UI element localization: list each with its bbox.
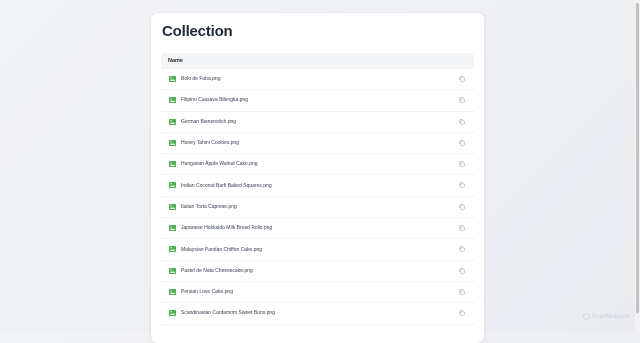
image-file-icon	[169, 310, 176, 317]
image-file-icon	[169, 161, 176, 168]
table-row[interactable]: Filipino Cassava Bibingka.png	[161, 90, 474, 112]
collection-card: Collection Name Bolo de Fubá.png Filipino…	[151, 13, 484, 343]
image-file-icon	[169, 225, 176, 232]
image-file-icon	[169, 288, 176, 295]
copy-icon[interactable]	[459, 97, 465, 103]
image-file-icon	[169, 139, 176, 146]
copy-icon[interactable]	[459, 225, 465, 231]
file-name[interactable]: Japanese Hokkaido Milk Bread Rolls.png	[181, 225, 272, 231]
file-name[interactable]: Indian Coconut Barfi Baked Squares.png	[181, 183, 272, 189]
file-name[interactable]: Italian Torta Caprese.png	[181, 204, 237, 210]
table-row[interactable]: Italian Torta Caprese.png	[161, 197, 474, 219]
image-file-icon	[169, 118, 176, 125]
scanmalware-logo-icon	[583, 313, 590, 320]
copy-icon[interactable]	[459, 182, 465, 189]
image-file-icon	[169, 267, 176, 274]
file-name[interactable]: German Bienenstich.png	[181, 119, 236, 125]
table-row[interactable]: Malaysian Pandan Chiffon Cake.png	[161, 239, 474, 261]
table-row[interactable]: Honey Tahini Cookies.png	[161, 133, 474, 155]
image-file-icon	[169, 182, 176, 189]
table-row[interactable]: German Bienenstich.png	[161, 112, 474, 133]
copy-icon[interactable]	[459, 119, 465, 125]
file-name[interactable]: Persian Love Cake.png	[181, 289, 233, 295]
copy-icon[interactable]	[459, 310, 465, 316]
file-name[interactable]: Pastel de Nata Cheesecake.png	[181, 268, 253, 274]
table-row[interactable]: Pastel de Nata Cheesecake.png	[161, 261, 474, 282]
file-name[interactable]: Hungarian Apple Walnut Cake.png	[181, 161, 258, 167]
file-name[interactable]: Scandinavian Cardamom Sweet Buns.png	[181, 310, 275, 316]
copy-icon[interactable]	[459, 246, 465, 252]
table-row[interactable]: Hungarian Apple Walnut Cake.png	[161, 154, 474, 176]
table-row[interactable]: Japanese Hokkaido Milk Bread Rolls.png	[161, 218, 474, 240]
copy-icon[interactable]	[459, 76, 465, 82]
table-row[interactable]: Scandinavian Cardamom Sweet Buns.png	[161, 303, 474, 325]
table-row[interactable]: Indian Coconut Barfi Baked Squares.png	[161, 175, 474, 197]
copy-icon[interactable]	[459, 204, 465, 210]
table-header: Name	[161, 53, 474, 69]
table-row[interactable]: Persian Love Cake.png	[161, 282, 474, 304]
file-name[interactable]: Malaysian Pandan Chiffon Cake.png	[181, 247, 262, 253]
copy-icon[interactable]	[459, 289, 465, 295]
copy-icon[interactable]	[459, 268, 465, 274]
table-row[interactable]: Bolo de Fubá.png	[161, 69, 474, 91]
file-table: Name Bolo de Fubá.png Filipino Cassava Bi…	[161, 53, 474, 325]
column-header-name: Name	[168, 58, 183, 64]
image-file-icon	[169, 246, 176, 253]
file-name[interactable]: Bolo de Fubá.png	[181, 76, 220, 82]
watermark: ScanMalware	[583, 313, 630, 320]
scrollbar[interactable]	[635, 0, 640, 331]
watermark-text: ScanMalware	[591, 313, 630, 320]
image-file-icon	[169, 203, 176, 210]
image-file-icon	[169, 97, 176, 104]
scrollbar-thumb[interactable]	[636, 3, 639, 313]
copy-icon[interactable]	[459, 140, 465, 146]
page-title: Collection	[162, 23, 233, 40]
image-file-icon	[169, 76, 176, 82]
file-name[interactable]: Honey Tahini Cookies.png	[181, 140, 239, 146]
table-body: Bolo de Fubá.png Filipino Cassava Bibingk…	[161, 69, 474, 325]
file-name[interactable]: Filipino Cassava Bibingka.png	[181, 97, 248, 103]
copy-icon[interactable]	[459, 161, 465, 167]
